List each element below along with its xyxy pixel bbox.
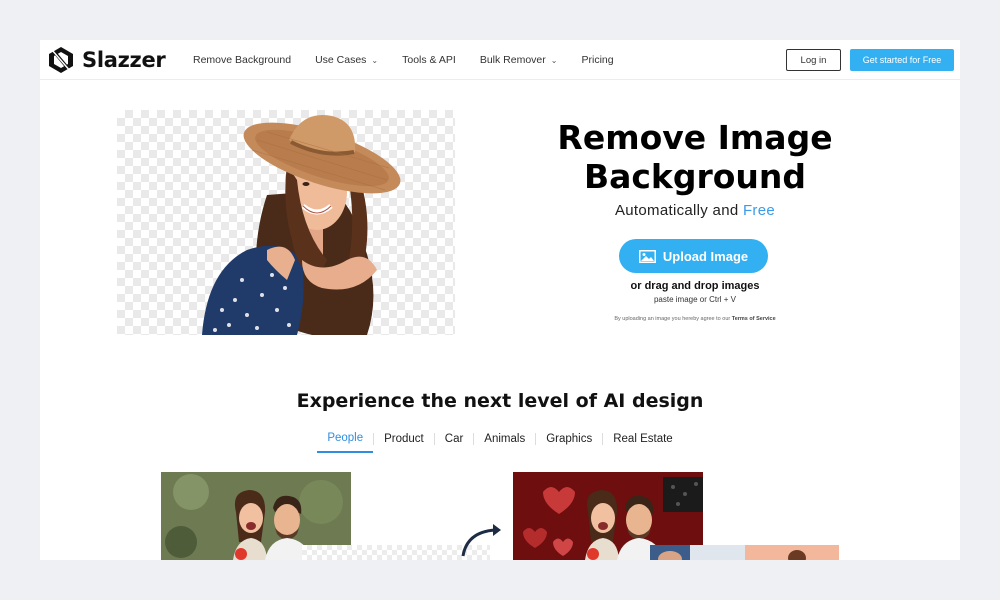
hero-subtitle: Automatically and Free: [495, 202, 895, 219]
hero-title-line2: Background: [583, 157, 807, 196]
upload-image-button[interactable]: Upload Image: [619, 239, 768, 273]
slazzer-logo-icon: [49, 47, 73, 73]
chevron-down-icon: ⌄: [371, 55, 379, 65]
tab-car[interactable]: Car: [435, 429, 474, 452]
terms-prefix: By uploading an image you hereby agree t…: [614, 316, 731, 322]
site-header: Slazzer Remove Background Use Cases ⌄ To…: [40, 40, 960, 80]
get-started-button[interactable]: Get started for Free: [850, 49, 954, 71]
tab-animals[interactable]: Animals: [474, 429, 535, 452]
nav-use-cases[interactable]: Use Cases ⌄: [315, 54, 378, 66]
chevron-down-icon: ⌄: [550, 55, 558, 65]
upload-image-label: Upload Image: [662, 248, 749, 264]
paste-hint: paste image or Ctrl + V: [653, 295, 737, 304]
nav-label: Use Cases: [315, 54, 367, 66]
tab-graphics[interactable]: Graphics: [536, 429, 602, 452]
drag-drop-text: or drag and drop images: [630, 280, 760, 292]
brand-logo[interactable]: Slazzer: [46, 45, 166, 75]
hero-subtitle-prefix: Automatically and: [614, 202, 739, 219]
woman-in-hat-illustration: [202, 115, 401, 335]
tab-people[interactable]: People: [317, 428, 374, 453]
nav-label: Bulk Remover: [479, 54, 546, 66]
nav-bulk-remover[interactable]: Bulk Remover ⌄: [480, 54, 558, 66]
tab-real-estate[interactable]: Real Estate: [603, 429, 682, 452]
browser-page: Slazzer Remove Background Use Cases ⌄ To…: [40, 40, 960, 560]
section-title: Experience the next level of AI design: [296, 390, 704, 412]
nav-label: Pricing: [581, 54, 614, 66]
tab-product[interactable]: Product: [374, 429, 434, 452]
nav-label: Tools & API: [402, 54, 456, 66]
terms-notice: By uploading an image you hereby agree t…: [495, 316, 895, 322]
demo-thumbnail-blue[interactable]: [650, 545, 745, 560]
login-button[interactable]: Log in: [786, 49, 841, 71]
main-nav: Remove Background Use Cases ⌄ Tools & AP…: [193, 40, 638, 80]
nav-label: Remove Background: [193, 54, 292, 66]
category-tabs: People Product Car Animals Graphics Real…: [40, 428, 960, 453]
curved-arrow-icon: [461, 524, 501, 557]
thumbnail-image: [650, 545, 745, 560]
hero-title-line1: Remove Image: [557, 118, 833, 157]
thumbnail-image: [745, 545, 839, 560]
hero-title: Remove Image Background: [495, 118, 895, 196]
image-icon: [638, 249, 656, 263]
nav-remove-background[interactable]: Remove Background: [193, 54, 291, 66]
demo-thumbnail-peach[interactable]: [745, 545, 839, 560]
terms-of-service-link[interactable]: Terms of Service: [732, 316, 776, 322]
nav-tools-api[interactable]: Tools & API: [402, 54, 456, 66]
brand-name: Slazzer: [82, 48, 166, 72]
nav-pricing[interactable]: Pricing: [581, 54, 613, 66]
hero-example-image: [117, 110, 455, 335]
hero-subtitle-free: Free: [742, 202, 775, 219]
